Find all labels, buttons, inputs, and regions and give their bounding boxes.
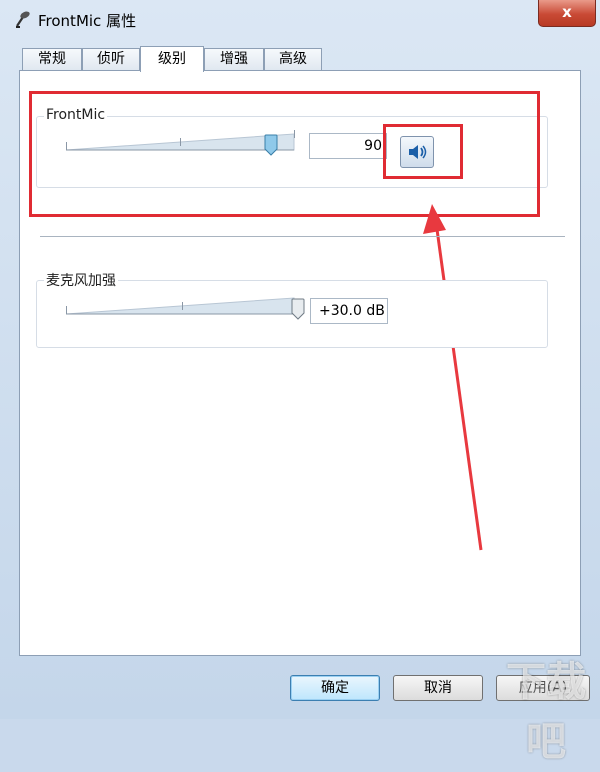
ok-button[interactable]: 确定 bbox=[290, 675, 380, 701]
tab-enhancements[interactable]: 增强 bbox=[204, 48, 264, 71]
cancel-button[interactable]: 取消 bbox=[393, 675, 483, 701]
slider-tick bbox=[66, 306, 67, 314]
tab-levels[interactable]: 级别 bbox=[140, 46, 204, 72]
annotation-highlight-frontmic bbox=[29, 91, 540, 217]
annotation-arrow bbox=[423, 204, 483, 551]
tab-general[interactable]: 常规 bbox=[22, 48, 82, 71]
tab-advanced[interactable]: 高级 bbox=[264, 48, 322, 71]
close-icon: x bbox=[562, 3, 572, 21]
properties-window: FrontMic 属性 x 常规 侦听 级别 增强 高级 FrontMic 90 bbox=[0, 0, 600, 765]
mic-boost-label: 麦克风加强 bbox=[44, 270, 118, 290]
site-watermark: 下载吧 bbox=[506, 659, 586, 765]
slider-tick bbox=[182, 302, 183, 310]
microphone-icon bbox=[16, 11, 30, 28]
window-title: FrontMic 属性 bbox=[38, 12, 137, 30]
title-bar[interactable]: FrontMic 属性 x bbox=[0, 0, 600, 38]
mic-boost-slider[interactable] bbox=[66, 292, 305, 322]
group-separator bbox=[40, 236, 565, 237]
annotation-highlight-mute bbox=[383, 124, 463, 179]
mic-boost-value-field[interactable]: +30.0 dB bbox=[310, 298, 388, 324]
mic-boost-slider-thumb[interactable] bbox=[291, 298, 305, 320]
tab-listen[interactable]: 侦听 bbox=[82, 48, 140, 71]
close-button[interactable]: x bbox=[538, 0, 596, 27]
